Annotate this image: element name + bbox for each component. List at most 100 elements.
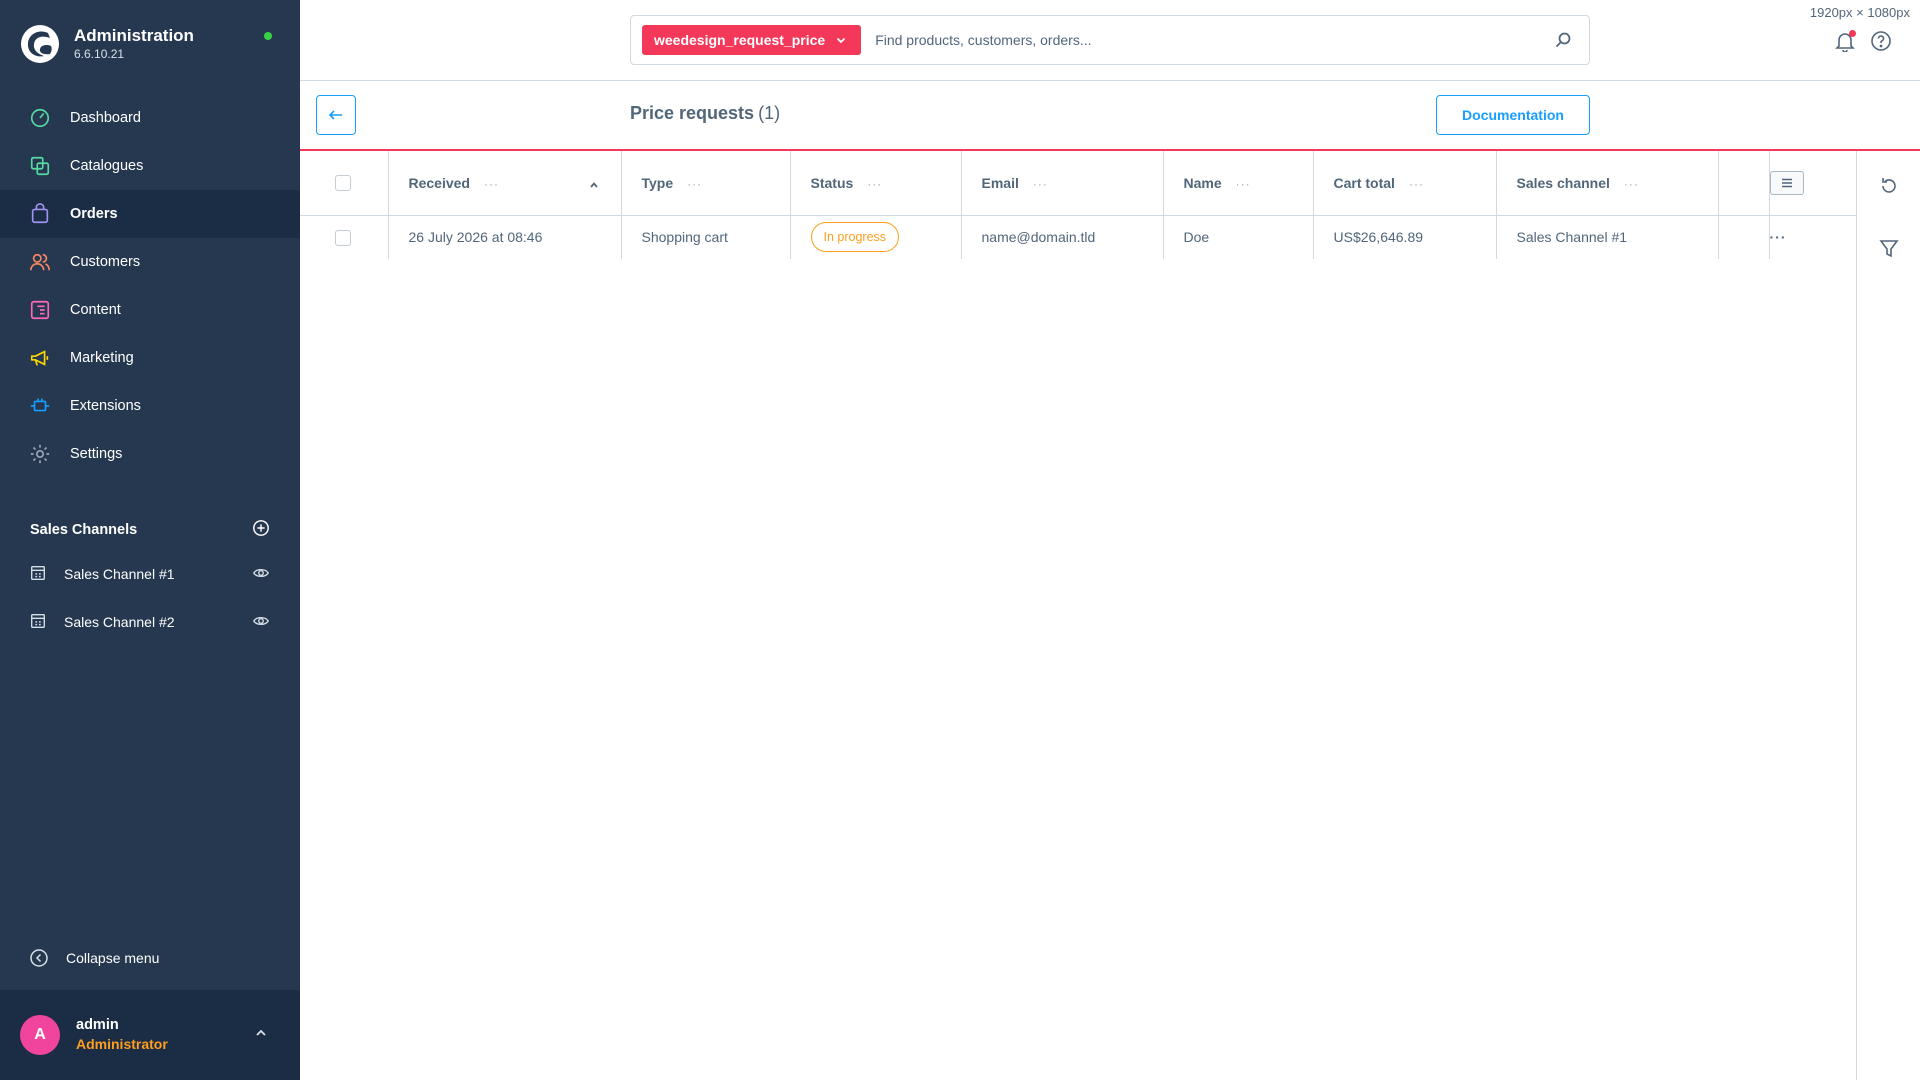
marketing-icon bbox=[28, 346, 52, 370]
sidebar-item-label: Settings bbox=[70, 446, 123, 462]
sidebar-item-marketing[interactable]: Marketing bbox=[0, 334, 300, 382]
collapse-menu-button[interactable]: Collapse menu bbox=[29, 946, 159, 970]
collapse-menu-label: Collapse menu bbox=[66, 950, 160, 966]
search-input[interactable] bbox=[875, 22, 1543, 58]
storefront-icon bbox=[29, 564, 47, 585]
price-requests-table: Received ··· Type ··· Status ··· Email ··· N… bbox=[300, 151, 1857, 259]
top-bar: weedesign_request_price 1920px × 1080px bbox=[300, 0, 1920, 81]
sidebar-item-dashboard[interactable]: Dashboard bbox=[0, 94, 300, 142]
resolution-label: 1920px × 1080px bbox=[1809, 5, 1910, 20]
cell-spacer bbox=[1718, 215, 1770, 259]
main-nav: Dashboard Catalogues Orders Customers Co… bbox=[0, 94, 300, 478]
page-title-text: Price requests bbox=[630, 103, 755, 123]
eye-icon[interactable] bbox=[252, 612, 270, 633]
column-header-email[interactable]: Email ··· bbox=[961, 151, 1164, 215]
sidebar: Administration 6.6.10.21 Dashboard Catal… bbox=[0, 0, 300, 1080]
user-role: Administrator bbox=[76, 1036, 168, 1052]
notifications-bell-icon[interactable] bbox=[1834, 30, 1856, 53]
column-options-icon[interactable]: ··· bbox=[1236, 177, 1251, 191]
cell-name: Doe bbox=[1163, 215, 1314, 259]
sales-channel-label: Sales Channel #1 bbox=[64, 566, 175, 582]
search-entity-pill[interactable]: weedesign_request_price bbox=[642, 25, 862, 55]
sales-channel-item-2[interactable]: Sales Channel #2 bbox=[0, 598, 300, 646]
column-options-icon[interactable]: ··· bbox=[1409, 177, 1424, 191]
sales-channel-list: Sales Channel #1 Sales Channel #2 bbox=[0, 550, 300, 646]
column-options-icon[interactable]: ··· bbox=[1624, 177, 1639, 191]
documentation-button[interactable]: Documentation bbox=[1436, 95, 1590, 135]
row-select-cell bbox=[300, 215, 389, 259]
sidebar-item-catalogues[interactable]: Catalogues bbox=[0, 142, 300, 190]
sidebar-item-label: Dashboard bbox=[70, 110, 141, 126]
table-row[interactable]: 26 July 2026 at 08:46 Shopping cart In p… bbox=[300, 215, 1857, 259]
column-header-sales-channel[interactable]: Sales channel ··· bbox=[1496, 151, 1719, 215]
chevron-up-icon[interactable] bbox=[254, 1026, 268, 1045]
column-options-icon[interactable]: ··· bbox=[687, 177, 702, 191]
chevron-left-circle-icon bbox=[30, 949, 48, 967]
column-options-icon[interactable]: ··· bbox=[484, 177, 499, 191]
sidebar-item-settings[interactable]: Settings bbox=[0, 430, 300, 478]
brand-title: Administration bbox=[74, 26, 194, 45]
column-header-type[interactable]: Type ··· bbox=[621, 151, 791, 215]
arrow-left-icon bbox=[328, 110, 342, 120]
search-icon bbox=[1555, 32, 1571, 48]
sidebar-item-label: Marketing bbox=[70, 350, 134, 366]
sidebar-item-label: Orders bbox=[70, 206, 118, 222]
cell-actions: ··· bbox=[1769, 215, 1857, 259]
brand-version: 6.6.10.21 bbox=[74, 47, 125, 61]
user-menu[interactable]: A admin Administrator bbox=[0, 990, 300, 1080]
catalogues-icon bbox=[28, 154, 52, 178]
data-grid: Received ··· Type ··· Status ··· Email ··· N… bbox=[300, 151, 1857, 1080]
sidebar-item-label: Extensions bbox=[70, 398, 141, 414]
global-search: weedesign_request_price bbox=[630, 15, 1590, 65]
sales-channel-label: Sales Channel #2 bbox=[64, 614, 175, 630]
list-icon bbox=[1781, 178, 1792, 187]
sidebar-item-customers[interactable]: Customers bbox=[0, 238, 300, 286]
storefront-icon bbox=[29, 612, 47, 633]
smart-bar: Price requests (1) Documentation bbox=[300, 81, 1920, 151]
grid-settings-button[interactable] bbox=[1769, 170, 1804, 195]
column-header-received[interactable]: Received ··· bbox=[388, 151, 622, 215]
column-options-icon[interactable]: ··· bbox=[867, 177, 882, 191]
search-entity-label: weedesign_request_price bbox=[654, 32, 826, 48]
back-button[interactable] bbox=[316, 95, 356, 135]
extensions-icon bbox=[28, 394, 52, 418]
column-header-status[interactable]: Status ··· bbox=[790, 151, 962, 215]
sales-channel-item-1[interactable]: Sales Channel #1 bbox=[0, 550, 300, 598]
dashboard-icon bbox=[28, 106, 52, 130]
help-icon[interactable] bbox=[1870, 30, 1892, 52]
page-title: Price requests (1) bbox=[630, 103, 780, 124]
brand[interactable]: Administration 6.6.10.21 bbox=[20, 22, 280, 66]
sidebar-right bbox=[1857, 151, 1920, 1080]
select-all-checkbox[interactable] bbox=[335, 175, 351, 192]
cell-email: name@domain.tld bbox=[961, 215, 1164, 259]
sales-channels-title: Sales Channels bbox=[30, 522, 138, 538]
status-dot bbox=[264, 32, 272, 40]
notification-dot bbox=[1849, 30, 1856, 37]
sort-ascending-icon[interactable] bbox=[589, 177, 599, 193]
column-header-name[interactable]: Name ··· bbox=[1163, 151, 1314, 215]
column-options-icon[interactable]: ··· bbox=[1033, 177, 1048, 191]
column-header-spacer bbox=[1718, 151, 1770, 215]
table-header-row: Received ··· Type ··· Status ··· Email ··· N… bbox=[300, 151, 1857, 215]
content-icon bbox=[28, 298, 52, 322]
sidebar-item-content[interactable]: Content bbox=[0, 286, 300, 334]
filter-icon[interactable] bbox=[1878, 237, 1900, 259]
column-header-settings bbox=[1769, 151, 1857, 215]
refresh-icon[interactable] bbox=[1878, 175, 1900, 197]
sidebar-item-label: Content bbox=[70, 302, 121, 318]
customers-icon bbox=[28, 250, 52, 274]
sales-channels-header: Sales Channels bbox=[30, 518, 270, 542]
page-count: (1) bbox=[758, 103, 781, 123]
sidebar-item-extensions[interactable]: Extensions bbox=[0, 382, 300, 430]
chevron-down-icon bbox=[837, 37, 846, 44]
row-actions-button[interactable]: ··· bbox=[1770, 229, 1787, 245]
settings-icon bbox=[28, 442, 52, 466]
eye-icon[interactable] bbox=[252, 564, 270, 585]
sidebar-item-orders[interactable]: Orders bbox=[0, 190, 300, 238]
column-header-cart-total[interactable]: Cart total ··· bbox=[1313, 151, 1497, 215]
add-sales-channel-icon[interactable] bbox=[252, 519, 270, 542]
search-button[interactable] bbox=[1543, 20, 1583, 60]
orders-icon bbox=[28, 202, 52, 226]
row-checkbox[interactable] bbox=[335, 229, 351, 246]
user-name: admin bbox=[76, 1017, 119, 1033]
